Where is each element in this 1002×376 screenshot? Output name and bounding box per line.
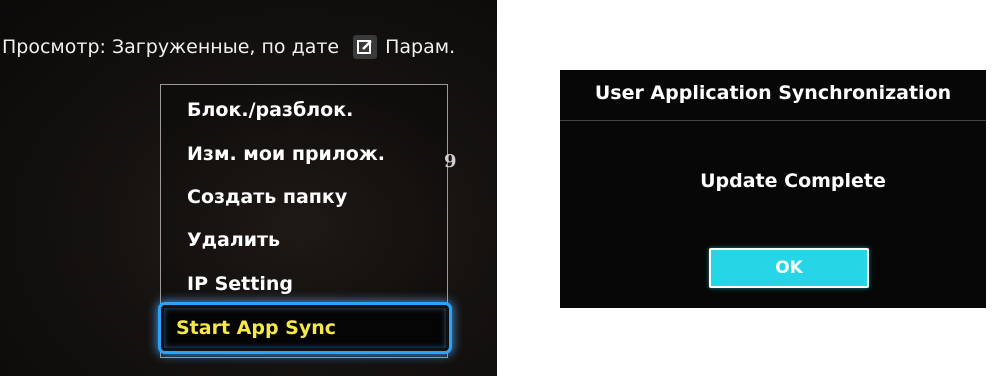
menu-item-block-unblock[interactable]: Блок./разблок. xyxy=(187,99,353,121)
background-digit: 9 xyxy=(444,151,457,172)
dialog-divider xyxy=(560,120,986,121)
ok-button[interactable]: OK xyxy=(709,248,869,288)
menu-item-ip-setting[interactable]: IP Setting xyxy=(187,273,293,295)
options-menu: Блок./разблок. Изм. мои прилож. Создать … xyxy=(158,84,452,358)
menu-item-edit-my-apps[interactable]: Изм. мои прилож. xyxy=(187,143,385,165)
sync-dialog: User Application Synchronization Update … xyxy=(560,70,986,308)
menu-item-delete[interactable]: Удалить xyxy=(187,229,280,251)
edit-icon[interactable] xyxy=(353,35,378,59)
params-button[interactable]: Парам. xyxy=(385,36,455,58)
view-bar: Просмотр: Загруженные, по дате Парам. xyxy=(0,32,455,62)
dialog-message: Update Complete xyxy=(700,170,886,192)
menu-item-start-app-sync-label: Start App Sync xyxy=(176,317,337,339)
ok-button-label: OK xyxy=(775,258,803,278)
dialog-title: User Application Synchronization xyxy=(594,82,952,104)
menu-item-create-folder[interactable]: Создать папку xyxy=(187,186,347,208)
view-sort-label[interactable]: Просмотр: Загруженные, по дате xyxy=(2,36,339,58)
tv-screen-options: Просмотр: Загруженные, по дате Парам. Бл… xyxy=(0,0,497,376)
menu-item-start-app-sync[interactable]: Start App Sync xyxy=(158,302,452,354)
